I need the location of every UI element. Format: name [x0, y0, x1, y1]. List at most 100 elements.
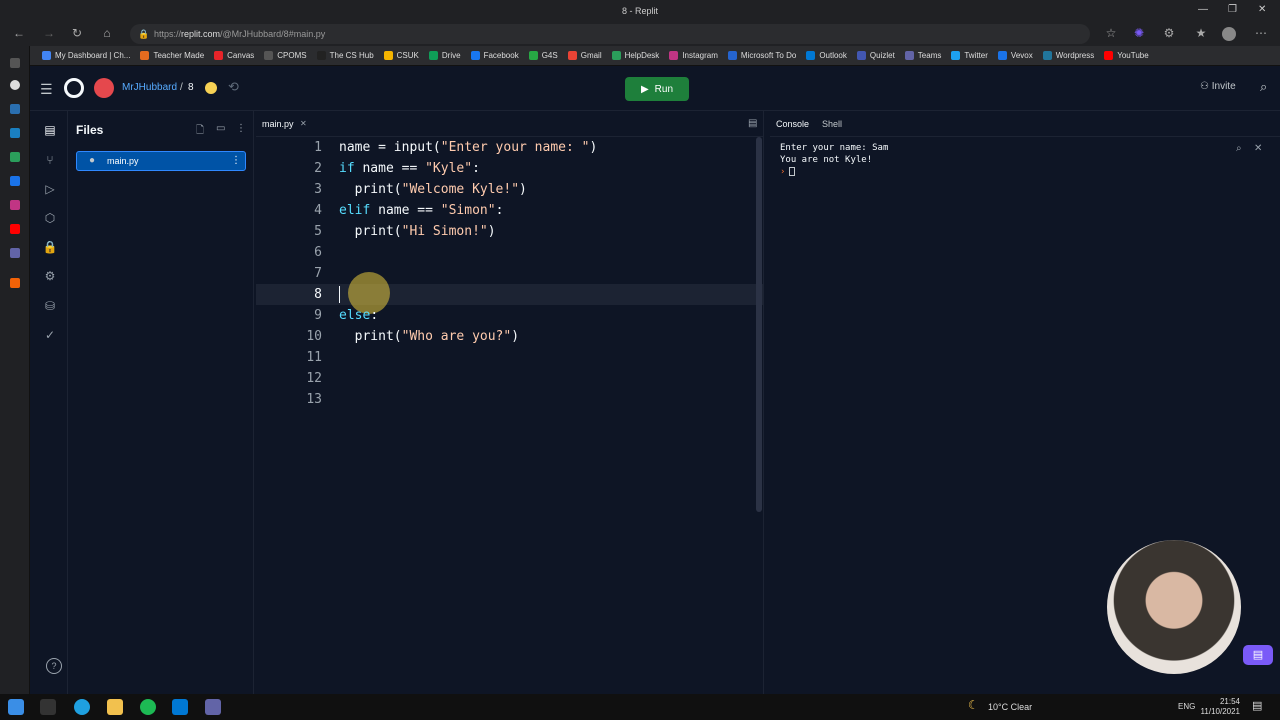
bookmark-item[interactable]: YouTube	[1104, 51, 1149, 60]
forward-icon[interactable]: →	[40, 26, 58, 40]
secrets-lock-icon[interactable]: 🔒	[42, 240, 58, 254]
bookmark-item[interactable]: Teams	[904, 51, 941, 60]
hamburger-menu-icon[interactable]: ☰	[40, 81, 53, 98]
spotify-icon[interactable]	[140, 699, 156, 715]
code-line[interactable]: 8	[256, 272, 764, 314]
tab-shell[interactable]: Shell	[822, 119, 842, 129]
code-line[interactable]: 5 print("Hi Simon!")	[256, 221, 764, 242]
start-icon[interactable]	[8, 699, 24, 715]
tab-icon[interactable]	[10, 200, 20, 210]
clock[interactable]: 21:54 11/10/2021	[1200, 697, 1240, 717]
bookmark-item[interactable]: Quizlet	[856, 51, 895, 60]
bookmark-item[interactable]: Vevox	[997, 51, 1033, 60]
tab-icon[interactable]	[10, 278, 20, 288]
file-item-main-py[interactable]: ● main.py ⋮	[76, 151, 246, 171]
bookmark-item[interactable]: Drive	[428, 51, 461, 60]
bookmark-item[interactable]: CPOMS	[264, 51, 307, 60]
code-line[interactable]: 6	[256, 242, 764, 263]
bookmark-item[interactable]: G4S	[528, 51, 558, 60]
favorite-icon[interactable]: ☆	[1102, 26, 1120, 40]
tab-icon[interactable]	[10, 176, 20, 186]
debugger-icon[interactable]: ▷	[42, 182, 58, 196]
weather-text[interactable]: 10°C Clear	[988, 702, 1032, 712]
notifications-icon[interactable]: ▤	[1252, 699, 1268, 715]
history-icon[interactable]: ⟲	[228, 79, 239, 95]
tab-icon[interactable]	[10, 128, 20, 138]
tab-icon[interactable]	[10, 80, 20, 90]
collections-icon[interactable]: ⚙	[1160, 26, 1178, 40]
tab-icon[interactable]	[10, 58, 20, 68]
bookmark-item[interactable]: My Dashboard | Ch...	[42, 51, 130, 60]
bookmark-item[interactable]: Outlook	[806, 51, 847, 60]
profile-icon[interactable]	[1222, 27, 1236, 41]
invite-button[interactable]: ⚇ Invite	[1200, 81, 1236, 92]
bookmark-item[interactable]: HelpDesk	[611, 51, 659, 60]
back-icon[interactable]: ←	[10, 26, 28, 40]
new-file-icon[interactable]: 🗋	[196, 123, 204, 140]
console-search-icon[interactable]: ⌕	[1236, 143, 1242, 154]
favorites-bar-icon[interactable]: ★	[1192, 26, 1210, 40]
more-menu-icon[interactable]: ⋯	[1252, 26, 1270, 40]
code-line[interactable]: 1 name = input("Enter your name: ")	[256, 137, 764, 158]
outlook-icon[interactable]	[172, 699, 188, 715]
replit-logo-icon[interactable]	[64, 78, 84, 98]
bookmark-item[interactable]: Twitter	[951, 51, 988, 60]
console-clear-icon[interactable]: ✕	[1254, 143, 1262, 154]
unit-tests-check-icon[interactable]: ✓	[42, 328, 58, 342]
code-line[interactable]: 9 else:	[256, 305, 764, 326]
console-output[interactable]: Enter your name: Sam You are not Kyle! ›	[780, 142, 888, 178]
file-more-icon[interactable]: ⋮	[231, 152, 241, 170]
url-field[interactable]: 🔒 https://replit.com/@MrJHubbard/8#main.…	[130, 24, 1090, 44]
user-link[interactable]: MrJHubbard	[122, 82, 177, 93]
home-icon[interactable]: ⌂	[98, 26, 116, 40]
packages-icon[interactable]: ⬡	[42, 211, 58, 225]
editor-scrollbar[interactable]	[756, 137, 762, 512]
code-line[interactable]: 2 if name == "Kyle":	[256, 158, 764, 179]
bookmark-item[interactable]: Microsoft To Do	[727, 51, 796, 60]
tab-icon[interactable]	[10, 152, 20, 162]
tab-icon[interactable]	[10, 104, 20, 114]
bookmark-item[interactable]: Wordpress	[1042, 51, 1094, 60]
code-line[interactable]: 11	[256, 347, 764, 368]
teams-icon[interactable]	[205, 699, 221, 715]
bookmark-item[interactable]: Gmail	[567, 51, 602, 60]
code-line[interactable]: 4 elif name == "Simon":	[256, 200, 764, 221]
tab-icon[interactable]	[10, 224, 20, 234]
tab-console[interactable]: Console	[776, 119, 809, 129]
bookmark-item[interactable]: CSUK	[383, 51, 419, 60]
code-line[interactable]: 7	[256, 263, 764, 284]
task-view-icon[interactable]	[40, 699, 56, 715]
settings-gear-icon[interactable]: ⚙	[42, 269, 58, 283]
code-line[interactable]: 3 print("Welcome Kyle!")	[256, 179, 764, 200]
extension-icon[interactable]: ✺	[1130, 26, 1148, 40]
file-explorer-icon[interactable]	[107, 699, 123, 715]
bookmark-item[interactable]: Instagram	[669, 51, 718, 60]
database-icon[interactable]: ⛁	[42, 299, 58, 313]
bookmark-item[interactable]: Canvas	[214, 51, 254, 60]
code-line[interactable]: 13	[256, 389, 764, 410]
code-line[interactable]: 10 print("Who are you?")	[256, 326, 764, 347]
restore-icon[interactable]: ❐	[1228, 4, 1237, 15]
version-control-icon[interactable]: ⑂	[42, 153, 58, 167]
chat-icon[interactable]: ▤	[1243, 645, 1273, 665]
close-tab-icon[interactable]: ✕	[300, 119, 307, 128]
avatar[interactable]	[94, 78, 114, 98]
help-icon[interactable]: ?	[46, 658, 62, 674]
tab-main-py[interactable]: main.py	[262, 119, 294, 129]
language-indicator[interactable]: ENG	[1178, 702, 1195, 711]
files-icon[interactable]: ▤	[42, 123, 58, 137]
bookmark-item[interactable]: Facebook	[470, 51, 519, 60]
search-icon[interactable]: ⌕	[1260, 79, 1267, 95]
bookmark-item[interactable]: The CS Hub	[316, 51, 374, 60]
layout-icon[interactable]: ▤	[748, 118, 757, 129]
minimize-icon[interactable]: —	[1198, 4, 1208, 15]
code-line[interactable]: 12	[256, 368, 764, 389]
new-folder-icon[interactable]: ▭	[216, 123, 225, 134]
edge-icon[interactable]	[74, 699, 90, 715]
tab-icon[interactable]	[10, 248, 20, 258]
repl-name[interactable]: 8	[188, 82, 194, 93]
run-button[interactable]: ▶ Run	[625, 77, 689, 101]
console-prompt-line[interactable]: ›	[780, 166, 888, 178]
bookmark-item[interactable]: Teacher Made	[140, 51, 204, 60]
files-more-icon[interactable]: ⋮	[236, 123, 246, 134]
